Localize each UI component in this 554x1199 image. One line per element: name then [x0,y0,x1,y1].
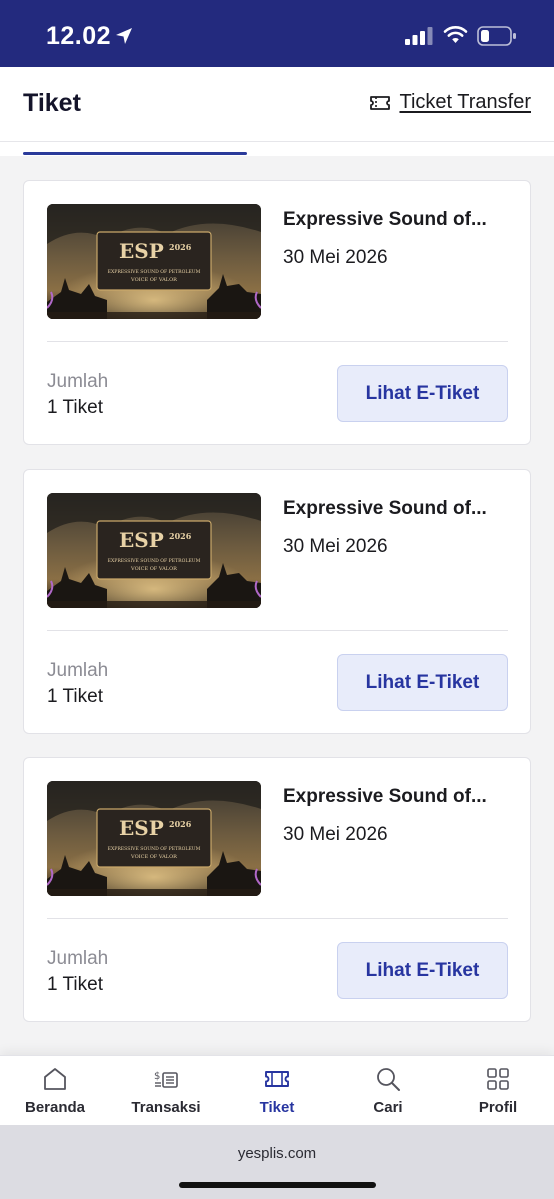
wifi-icon [443,26,468,43]
poster-subtitle: EXPRESSIVE SOUND OF PETROLEUM [108,846,201,852]
url-text: yesplis.com [237,1145,317,1162]
nav-item-beranda[interactable]: Beranda [0,1066,110,1116]
event-date: 30 Mei 2026 [283,247,388,268]
view-eticket-button[interactable]: Lihat E-Tiket [337,942,508,999]
divider [47,341,508,342]
event-date: 30 Mei 2026 [283,824,388,845]
ticket-icon [265,1071,289,1087]
divider [47,630,508,631]
quantity-value: 1 Tiket [47,397,103,418]
ticket-card: ESP 2026 EXPRESSIVE SOUND OF PETROLEUM V… [23,180,531,445]
poster-tagline: VOICE OF VALOR [130,277,177,283]
poster-logo: ESP [119,239,164,263]
page-title: Tiket [23,89,81,117]
svg-text:$: $ [154,1071,160,1082]
divider [47,918,508,919]
grid-icon [487,1068,509,1090]
view-eticket-button[interactable]: Lihat E-Tiket [337,654,508,711]
quantity-label: Jumlah [47,660,109,681]
ticket-transfer-label: Ticket Transfer [399,91,531,113]
battery-icon [477,26,516,46]
poster-logo: ESP [119,816,164,840]
nav-item-transaksi[interactable]: $ Transaksi [111,1066,221,1116]
poster-year: 2026 [169,242,192,252]
nav-item-cari[interactable]: Cari [333,1066,443,1116]
poster-subtitle: EXPRESSIVE SOUND OF PETROLEUM [108,269,201,275]
signal-icon [405,27,433,45]
event-poster: ESP 2026 EXPRESSIVE SOUND OF PETROLEUM V… [47,781,261,896]
nav-label-profil: Profil [478,1099,518,1116]
poster-logo: ESP [119,528,164,552]
status-bar: 12.02 [0,0,554,67]
nav-label-tiket: Tiket [259,1099,295,1116]
poster-tagline: VOICE OF VALOR [130,566,177,572]
search-icon [377,1068,400,1091]
poster-subtitle: EXPRESSIVE SOUND OF PETROLEUM [108,558,201,564]
status-time: 12.02 [46,22,112,50]
quantity-value: 1 Tiket [47,974,103,995]
home-indicator[interactable] [179,1182,376,1188]
quantity-value: 1 Tiket [47,686,103,707]
view-eticket-button[interactable]: Lihat E-Tiket [337,365,508,422]
nav-item-tiket[interactable]: Tiket [222,1066,332,1116]
active-tab-indicator [23,152,247,155]
event-poster: ESP 2026 EXPRESSIVE SOUND OF PETROLEUM V… [47,493,261,608]
event-name: Expressive Sound of... [283,498,487,519]
nav-item-profil[interactable]: Profil [443,1066,553,1116]
quantity-label: Jumlah [47,948,109,969]
ticket-card: ESP 2026 EXPRESSIVE SOUND OF PETROLEUM V… [23,757,531,1022]
app-header: Tiket Ticket Transfer [0,67,554,142]
home-icon [44,1068,66,1090]
event-date: 30 Mei 2026 [283,536,388,557]
event-name: Expressive Sound of... [283,209,487,230]
ticket-transfer-link[interactable]: Ticket Transfer [369,91,531,114]
quantity-label: Jumlah [47,371,109,392]
event-poster: ESP 2026 EXPRESSIVE SOUND OF PETROLEUM V… [47,204,261,319]
ticket-icon [370,95,391,110]
nav-label-beranda: Beranda [24,1099,86,1116]
nav-label-transaksi: Transaksi [131,1099,201,1116]
event-poster-image: ESP 2026 EXPRESSIVE SOUND OF PETROLEUM V… [47,493,261,608]
receipt-icon: $ [154,1071,178,1088]
poster-tagline: VOICE OF VALOR [130,854,177,860]
nav-label-cari: Cari [373,1099,403,1116]
ticket-card: ESP 2026 EXPRESSIVE SOUND OF PETROLEUM V… [23,469,531,734]
location-arrow-icon [116,28,132,44]
event-poster-image: ESP 2026 EXPRESSIVE SOUND OF PETROLEUM V… [47,204,261,319]
poster-year: 2026 [169,531,192,541]
event-poster-image: ESP 2026 EXPRESSIVE SOUND OF PETROLEUM V… [47,781,261,896]
browser-url-bar[interactable]: yesplis.com [0,1125,554,1199]
tab-strip [0,142,554,156]
poster-year: 2026 [169,819,192,829]
event-name: Expressive Sound of... [283,786,487,807]
bottom-navigation: Beranda $ Transaksi Tiket Cari Profil [0,1055,554,1125]
